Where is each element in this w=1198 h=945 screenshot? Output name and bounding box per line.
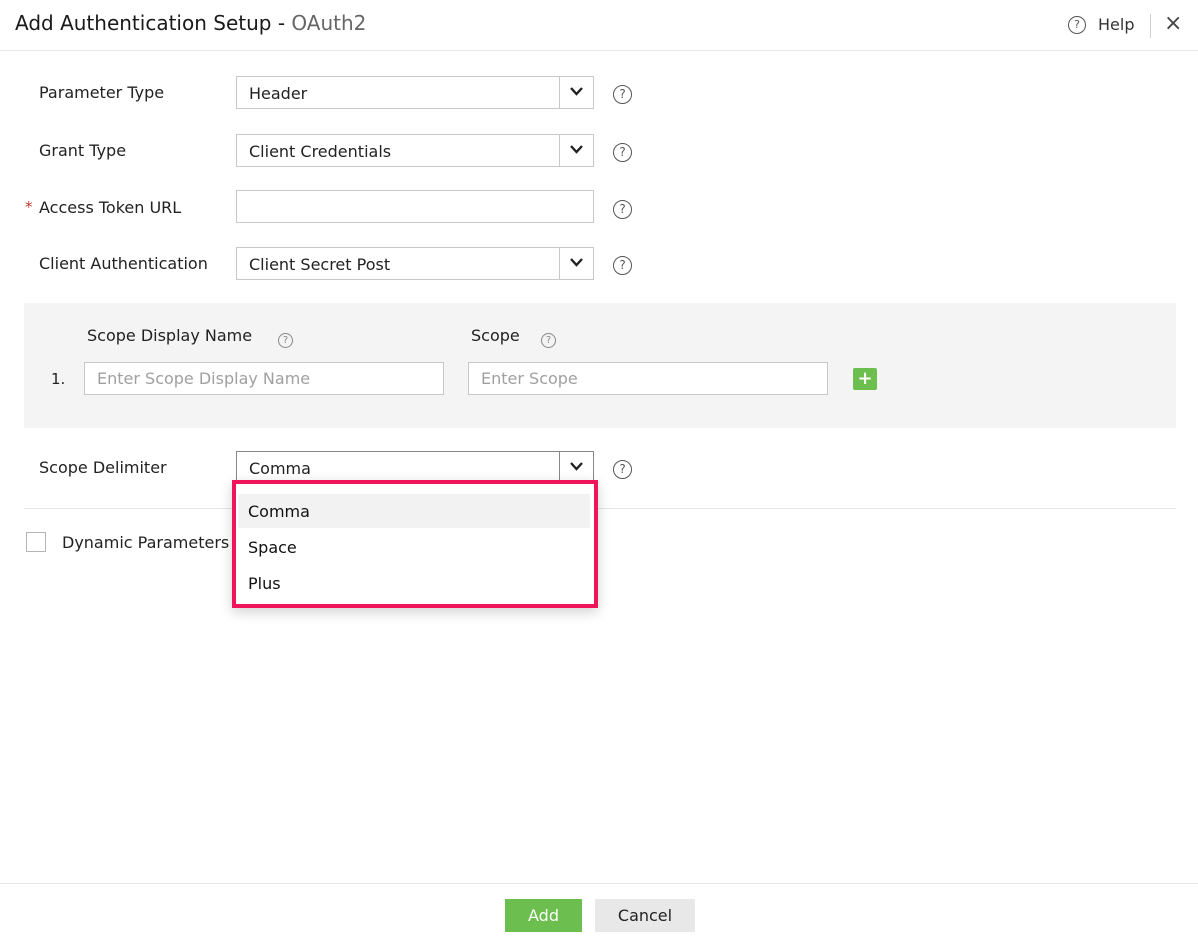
dropdown-option-plus[interactable]: Plus <box>238 566 590 600</box>
client-authentication-help[interactable]: ? <box>613 254 632 275</box>
add-button[interactable]: Add <box>505 899 582 932</box>
dialog-header: Add Authentication Setup - OAuth2 ? Help… <box>0 0 1198 51</box>
close-icon[interactable]: × <box>1164 12 1182 36</box>
help-circle-icon: ? <box>613 256 632 275</box>
access-token-url-input[interactable] <box>236 190 594 223</box>
parameter-type-value: Header <box>249 84 308 103</box>
help-circle-icon: ? <box>613 200 632 219</box>
chevron-down-icon[interactable] <box>559 452 593 483</box>
section-divider <box>24 508 1176 509</box>
scope-help[interactable]: ? <box>541 328 556 348</box>
dropdown-option-comma[interactable]: Comma <box>238 494 590 528</box>
chevron-down-icon[interactable] <box>559 77 593 108</box>
dialog-title-main: Add Authentication Setup <box>15 11 272 35</box>
dropdown-option-label: Space <box>248 538 297 557</box>
dropdown-option-space[interactable]: Space <box>238 530 590 564</box>
grant-type-label: Grant Type <box>39 141 127 160</box>
chevron-down-icon[interactable] <box>559 248 593 279</box>
dropdown-option-label: Comma <box>248 502 310 521</box>
help-circle-icon: ? <box>613 143 632 162</box>
help-label: Help <box>1098 15 1135 34</box>
required-mark: * <box>25 198 33 216</box>
help-circle-icon: ? <box>613 85 632 104</box>
grant-type-value: Client Credentials <box>249 142 392 161</box>
client-authentication-label: Client Authentication <box>39 254 208 273</box>
grant-type-select[interactable]: Client Credentials <box>236 134 594 167</box>
scope-delimiter-label: Scope Delimiter <box>39 458 167 477</box>
add-scope-button[interactable]: + <box>853 368 877 390</box>
parameter-type-help[interactable]: ? <box>613 83 632 104</box>
help-circle-icon: ? <box>613 460 632 479</box>
dialog-title-sub: OAuth2 <box>291 11 367 35</box>
client-authentication-select[interactable]: Client Secret Post <box>236 247 594 280</box>
chevron-down-icon[interactable] <box>559 135 593 166</box>
access-token-url-label: Access Token URL <box>39 198 182 217</box>
dropdown-option-label: Plus <box>248 574 281 593</box>
scope-display-name-input[interactable] <box>84 362 444 395</box>
scope-display-name-header: Scope Display Name <box>87 326 253 345</box>
help-circle-icon: ? <box>541 333 556 348</box>
dialog-title-separator: - <box>271 11 292 35</box>
cancel-button[interactable]: Cancel <box>595 899 695 932</box>
dynamic-parameters-checkbox[interactable] <box>26 532 46 552</box>
scope-input[interactable] <box>468 362 828 395</box>
dynamic-parameters-label: Dynamic Parameters <box>62 533 230 552</box>
parameter-type-label: Parameter Type <box>39 83 165 102</box>
help-link[interactable]: ? Help <box>1068 15 1134 34</box>
dialog-title: Add Authentication Setup - OAuth2 <box>15 11 366 35</box>
scope-delimiter-dropdown: Comma Space Plus <box>232 480 598 608</box>
scope-delimiter-help[interactable]: ? <box>613 458 632 479</box>
parameter-type-select[interactable]: Header <box>236 76 594 109</box>
client-authentication-value: Client Secret Post <box>249 255 391 274</box>
help-circle-icon: ? <box>1068 15 1086 34</box>
access-token-url-help[interactable]: ? <box>613 198 632 219</box>
scope-delimiter-value: Comma <box>249 459 311 478</box>
help-circle-icon: ? <box>278 333 293 348</box>
scope-header: Scope <box>471 326 520 345</box>
scope-display-name-help[interactable]: ? <box>278 328 293 348</box>
grant-type-help[interactable]: ? <box>613 141 632 162</box>
header-divider <box>1150 14 1151 38</box>
scope-row-number: 1. <box>51 370 66 388</box>
